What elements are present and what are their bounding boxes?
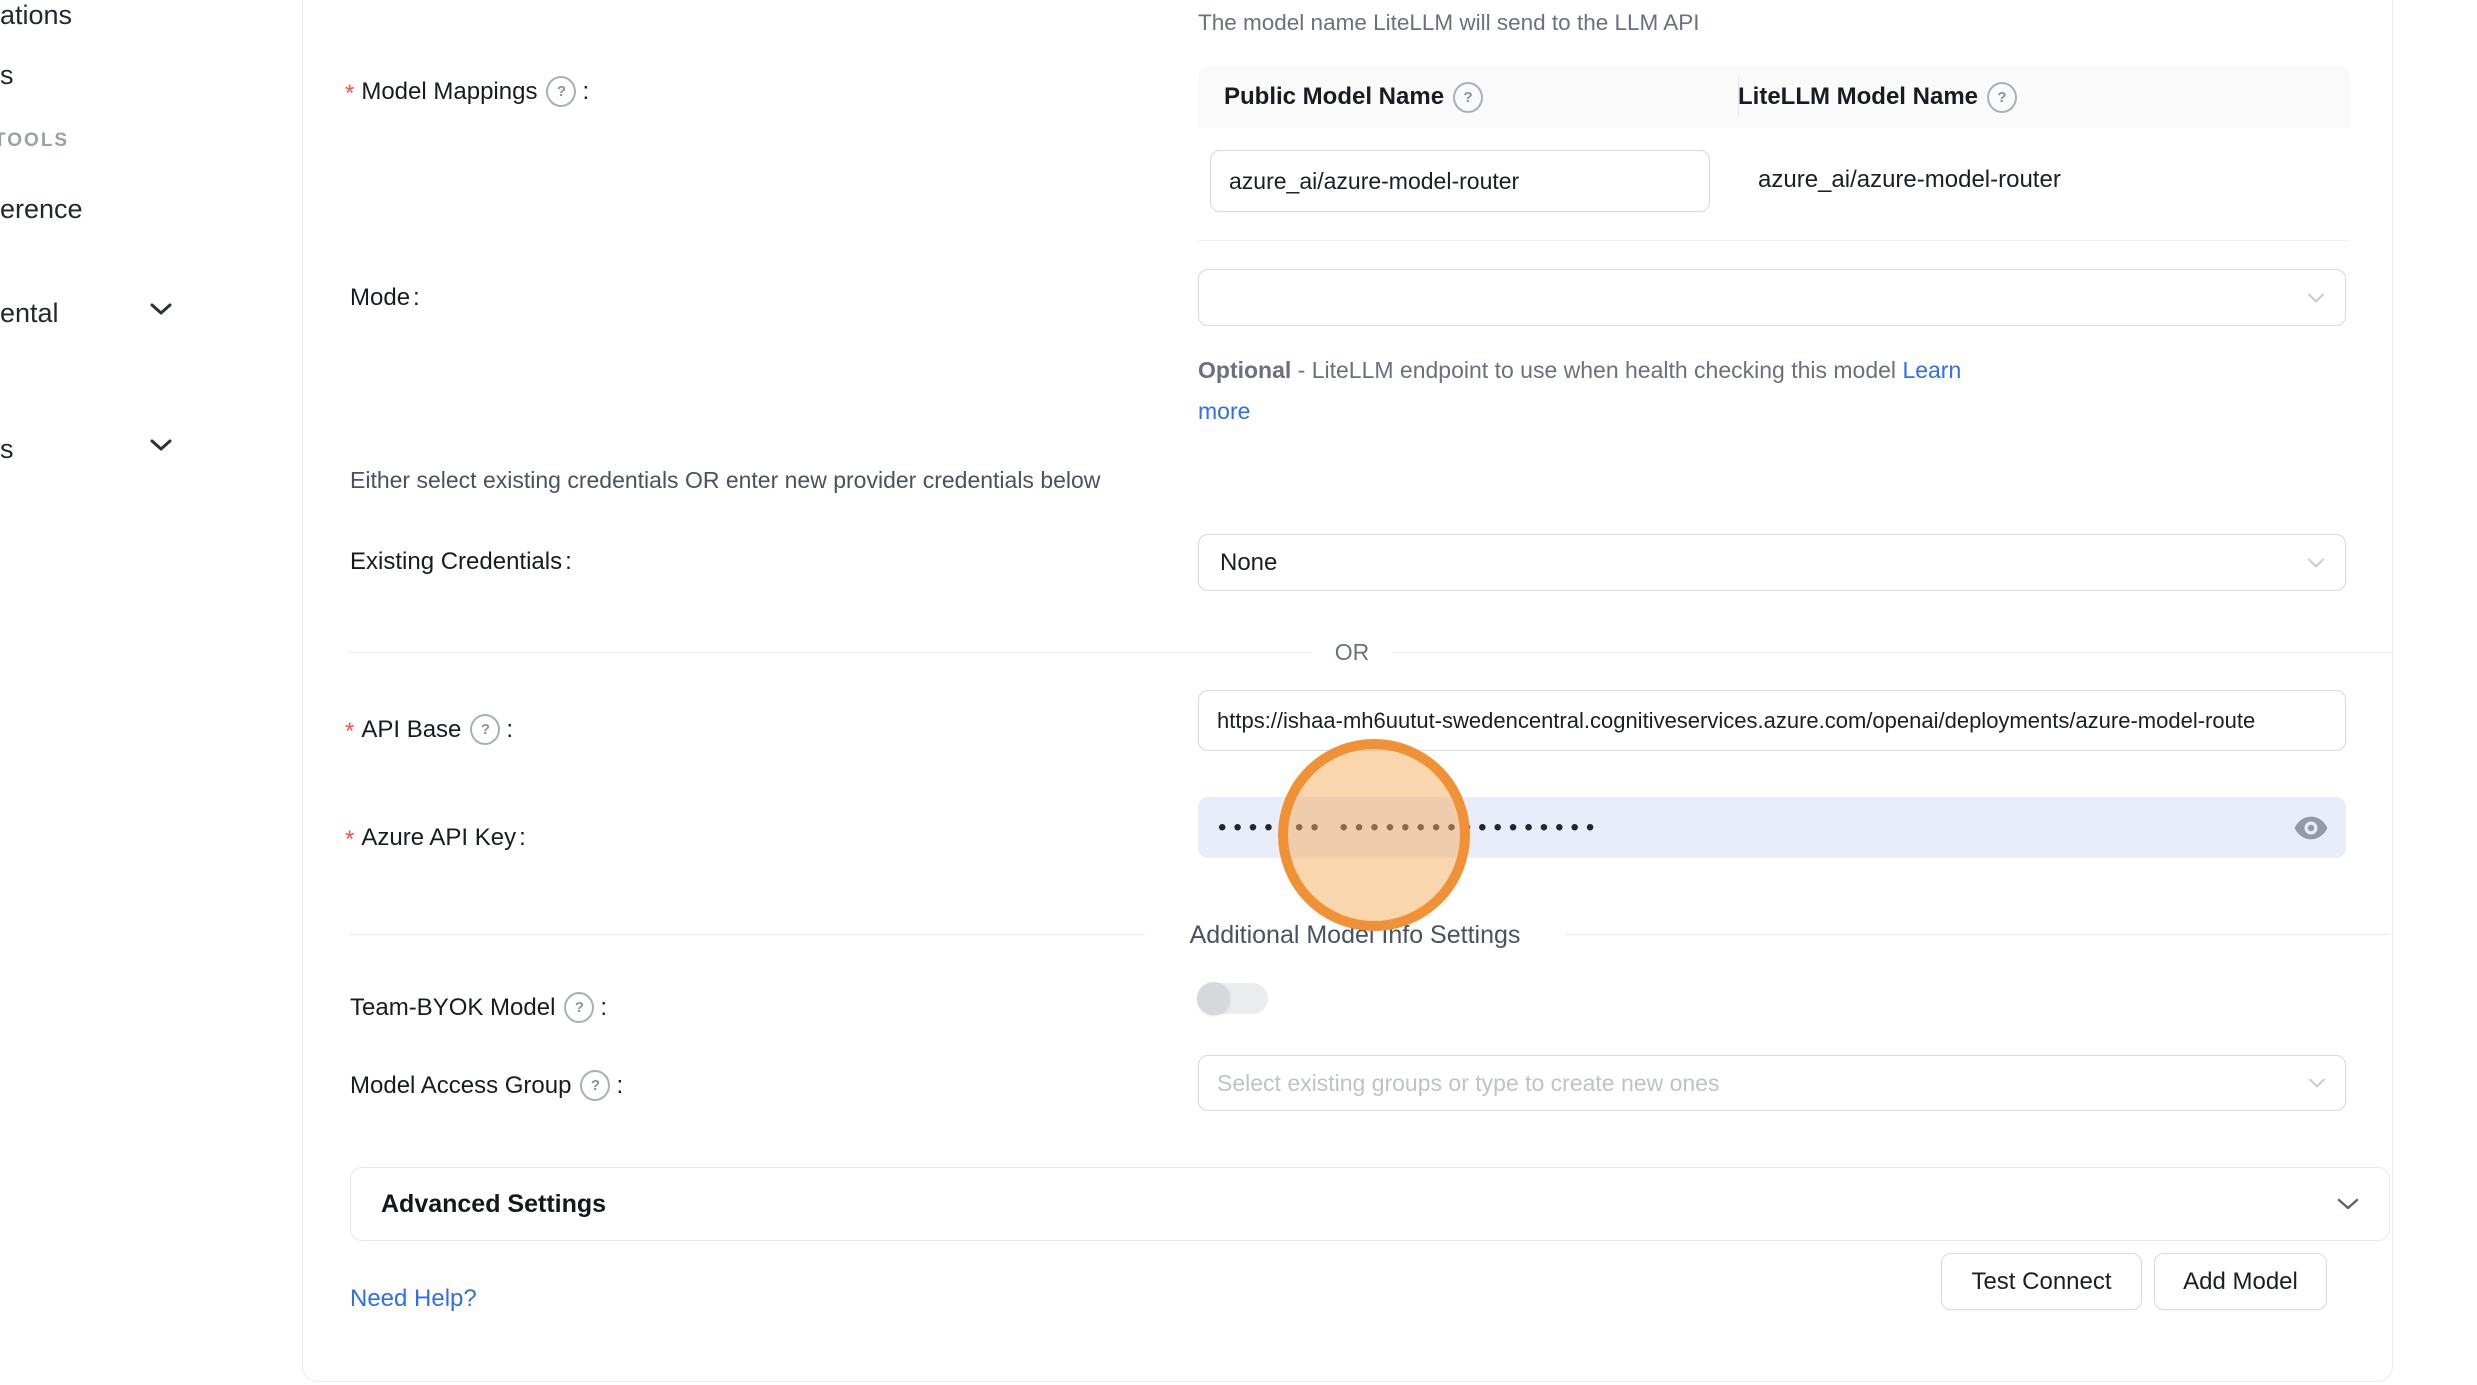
team-byok-label: Team-BYOK Model ? : — [350, 992, 607, 1023]
azure-api-key-label: * Azure API Key : — [345, 820, 526, 855]
model-mappings-table-header: Public Model Name ? LiteLLM Model Name ? — [1198, 66, 2350, 128]
existing-credentials-select[interactable]: None — [1198, 534, 2346, 591]
sidebar-item-label: s — [0, 434, 14, 464]
column-divider — [1738, 77, 1739, 117]
column-header-litellm-model-name: LiteLLM Model Name ? — [1716, 82, 2020, 113]
sidebar-item-erence[interactable]: erence — [0, 194, 83, 224]
mode-select[interactable] — [1198, 269, 2346, 326]
credentials-note: Either select existing credentials OR en… — [350, 467, 1100, 494]
model-access-group-input[interactable] — [1198, 1055, 2346, 1111]
learn-more-link[interactable]: Learn — [1902, 357, 1961, 383]
chevron-down-icon — [2307, 557, 2325, 568]
help-icon[interactable]: ? — [1987, 82, 2017, 113]
mode-label: Mode : — [350, 282, 420, 313]
eye-icon[interactable] — [2294, 815, 2328, 841]
chevron-down-icon — [2308, 1078, 2326, 1089]
mode-helper-text: Optional - LiteLLM endpoint to use when … — [1198, 350, 2078, 432]
help-icon[interactable]: ? — [1453, 82, 1483, 113]
column-header-public-model-name: Public Model Name ? — [1198, 82, 1716, 113]
advanced-settings-title: Advanced Settings — [381, 1190, 606, 1219]
divider-line — [350, 652, 1312, 653]
test-connect-button[interactable]: Test Connect — [1941, 1253, 2142, 1310]
divider-line — [1392, 652, 2390, 653]
help-icon[interactable]: ? — [470, 714, 500, 745]
litellm-model-name-value: azure_ai/azure-model-router — [1758, 166, 2061, 194]
masked-password-dots: ••••••• ••••••••••••••••• — [1218, 797, 1601, 858]
chevron-down-icon — [2337, 1198, 2359, 1211]
existing-credentials-label: Existing Credentials : — [350, 546, 572, 577]
chevron-down-icon — [150, 303, 172, 316]
additional-settings-divider-text: Additional Model Info Settings — [1145, 918, 1565, 952]
sidebar-item-label: ental — [0, 298, 59, 328]
sidebar-item-label: ations — [0, 0, 72, 30]
api-base-label: * API Base ? : — [345, 712, 513, 747]
help-icon[interactable]: ? — [580, 1070, 610, 1101]
advanced-settings-panel[interactable]: Advanced Settings — [350, 1167, 2390, 1241]
toggle-knob — [1197, 982, 1230, 1015]
sidebar-item-label: erence — [0, 194, 83, 224]
model-name-helper-text: The model name LiteLLM will send to the … — [1198, 8, 1700, 38]
add-model-button[interactable]: Add Model — [2154, 1253, 2327, 1310]
team-byok-toggle[interactable] — [1198, 983, 1268, 1014]
add-model-page: ations s TOOLS erence ental s The model … — [0, 0, 2477, 1385]
or-divider-text: OR — [1312, 637, 1392, 667]
api-base-input[interactable] — [1198, 690, 2346, 751]
public-model-name-input[interactable] — [1210, 150, 1710, 212]
model-mappings-table-row: azure_ai/azure-model-router — [1198, 128, 2350, 241]
sidebar-item-organizations[interactable]: ations — [0, 0, 72, 30]
required-mark: * — [345, 824, 354, 855]
model-access-group-select[interactable] — [1198, 1055, 2346, 1111]
learn-more-link[interactable]: more — [1198, 398, 1250, 424]
sidebar-item-label: s — [0, 60, 14, 90]
chevron-down-icon — [150, 439, 172, 452]
required-mark: * — [345, 78, 354, 109]
sidebar-section-tools: TOOLS — [0, 130, 69, 152]
divider-line — [350, 934, 1145, 935]
sidebar-item-ental[interactable]: ental — [0, 298, 59, 328]
need-help-link[interactable]: Need Help? — [350, 1285, 477, 1313]
sidebar-item-1[interactable]: s — [0, 60, 14, 90]
model-access-group-label: Model Access Group ? : — [350, 1070, 623, 1101]
help-icon[interactable]: ? — [564, 992, 594, 1023]
required-mark: * — [345, 716, 354, 747]
azure-api-key-input[interactable]: ••••••• ••••••••••••••••• — [1198, 797, 2346, 858]
divider-line — [1565, 934, 2390, 935]
model-mappings-label: * Model Mappings ? : — [345, 74, 589, 109]
help-icon[interactable]: ? — [546, 76, 576, 107]
sidebar-item-2[interactable]: s — [0, 434, 14, 464]
chevron-down-icon — [2307, 292, 2325, 303]
